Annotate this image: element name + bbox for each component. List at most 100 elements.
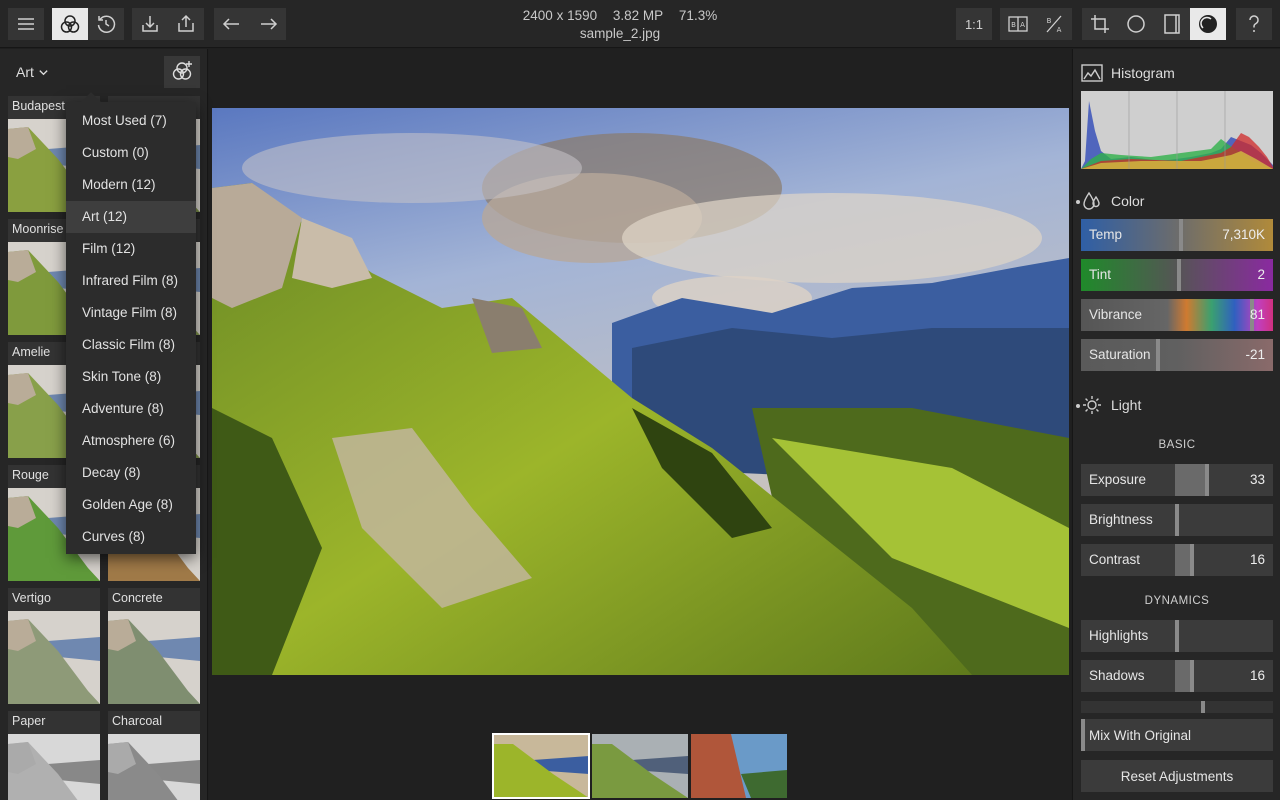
slider-value: 33: [1249, 472, 1265, 487]
category-menu-item[interactable]: Golden Age (8): [66, 489, 196, 521]
category-menu-item[interactable]: Custom (0): [66, 137, 196, 169]
reset-adjustments-button[interactable]: Reset Adjustments: [1081, 760, 1273, 792]
slider-knob[interactable]: [1175, 620, 1179, 652]
histogram-title: Histogram: [1111, 65, 1175, 81]
category-menu-item[interactable]: Art (12): [66, 201, 196, 233]
slider-fill: [1175, 660, 1190, 692]
category-menu-item[interactable]: Film (12): [66, 233, 196, 265]
frame-button[interactable]: [1154, 8, 1190, 40]
slider-tint[interactable]: Tint 2: [1081, 259, 1273, 291]
mix-label: Mix With Original: [1089, 727, 1192, 743]
category-menu-item[interactable]: Infrared Film (8): [66, 265, 196, 297]
light-header[interactable]: Light: [1081, 395, 1141, 415]
slider-shadows[interactable]: Shadows 16: [1081, 660, 1273, 692]
slider-knob[interactable]: [1175, 504, 1179, 536]
color-header[interactable]: Color: [1081, 191, 1144, 211]
help-icon: [1249, 15, 1259, 32]
slider-label: Temp: [1089, 227, 1123, 242]
landscape-photo: [212, 108, 1069, 675]
category-menu-item[interactable]: Vintage Film (8): [66, 297, 196, 329]
slider-highlights[interactable]: Highlights: [1081, 620, 1273, 652]
image-megapixels: 3.82 MP: [612, 8, 664, 23]
light-title: Light: [1111, 397, 1142, 413]
category-menu-item[interactable]: Modern (12): [66, 169, 196, 201]
vignette-button[interactable]: [1118, 8, 1154, 40]
split-compare-button[interactable]: BA: [1036, 8, 1072, 40]
import-button[interactable]: [132, 8, 168, 40]
redo-button[interactable]: [250, 8, 286, 40]
filter-thumbnail: [108, 734, 200, 800]
slider-fill: [1175, 464, 1205, 496]
actual-size-button[interactable]: 1:1: [956, 8, 992, 40]
filmstrip-thumbnail[interactable]: [592, 734, 688, 798]
mix-with-original-slider[interactable]: Mix With Original: [1081, 719, 1273, 751]
category-menu-item[interactable]: Curves (8): [66, 521, 196, 553]
slider-knob[interactable]: [1179, 219, 1183, 251]
category-menu-item[interactable]: Adventure (8): [66, 393, 196, 425]
category-menu-item[interactable]: Classic Film (8): [66, 329, 196, 361]
slider-contrast[interactable]: Contrast 16: [1081, 544, 1273, 576]
hidden-slider-peek[interactable]: [1081, 701, 1273, 713]
crop-icon: [1091, 15, 1109, 33]
image-info: 2400 x 1590 3.82 MP 71.3% sample_2.jpg: [480, 7, 760, 43]
category-menu-item[interactable]: Most Used (7): [66, 105, 196, 137]
slider-label: Highlights: [1089, 628, 1149, 643]
filter-thumbnail: [8, 611, 100, 704]
slider-knob[interactable]: [1205, 464, 1209, 496]
slider-label: Tint: [1089, 267, 1112, 282]
slider-value: 2: [1257, 267, 1265, 282]
filter-preset[interactable]: Concrete: [108, 588, 200, 704]
slider-value: 16: [1249, 552, 1265, 567]
share-button[interactable]: [168, 8, 204, 40]
image-filename: sample_2.jpg: [579, 26, 661, 41]
slider-temp[interactable]: Temp 7,310K: [1081, 219, 1273, 251]
undo-button[interactable]: [214, 8, 250, 40]
filter-preset[interactable]: Vertigo: [8, 588, 100, 704]
filter-preset[interactable]: Paper: [8, 711, 100, 800]
sun-icon: [1083, 396, 1101, 414]
slider-knob[interactable]: [1156, 339, 1160, 371]
filter-label: Budapest: [12, 99, 65, 113]
slider-knob[interactable]: [1177, 259, 1181, 291]
redo-icon: [261, 18, 278, 30]
filter-preset[interactable]: Charcoal: [108, 711, 200, 800]
top-toolbar: 2400 x 1590 3.82 MP 71.3% sample_2.jpg 1…: [0, 0, 1280, 48]
filters-icon: [60, 15, 80, 33]
slider-brightness[interactable]: Brightness: [1081, 504, 1273, 536]
category-menu-item[interactable]: Skin Tone (8): [66, 361, 196, 393]
slider-knob[interactable]: [1190, 660, 1194, 692]
menu-button[interactable]: [8, 8, 44, 40]
add-filter-button[interactable]: [164, 56, 200, 88]
adjustments-button[interactable]: [1190, 8, 1226, 40]
light-active-dot: [1076, 404, 1080, 408]
slider-label: Saturation: [1089, 347, 1151, 362]
basic-subheader: BASIC: [1158, 439, 1196, 451]
filter-label: Concrete: [112, 591, 163, 605]
filter-label: Amelie: [12, 345, 51, 359]
add-filter-icon: [172, 61, 192, 80]
slider-value: 16: [1249, 668, 1265, 683]
category-menu-list: Most Used (7) Custom (0) Modern (12) Art (1…: [66, 102, 196, 553]
category-menu-item[interactable]: Decay (8): [66, 457, 196, 489]
frame-icon: [1164, 14, 1180, 34]
slider-vibrance[interactable]: Vibrance 81: [1081, 299, 1273, 331]
filmstrip-thumbnail[interactable]: [691, 734, 787, 798]
ratio-label: 1:1: [964, 16, 984, 32]
slider-knob[interactable]: [1190, 544, 1194, 576]
filter-label: Paper: [12, 714, 46, 728]
category-dropdown[interactable]: Art: [16, 64, 49, 80]
history-button[interactable]: [88, 8, 124, 40]
slider-exposure[interactable]: Exposure 33: [1081, 464, 1273, 496]
help-button[interactable]: [1236, 8, 1272, 40]
category-menu-item[interactable]: Atmosphere (6): [66, 425, 196, 457]
slider-value: 7,310K: [1222, 227, 1265, 242]
filters-button[interactable]: [52, 8, 88, 40]
slider-saturation[interactable]: Saturation -21: [1081, 339, 1273, 371]
crop-button[interactable]: [1082, 8, 1118, 40]
filmstrip-thumbnail[interactable]: [492, 733, 590, 799]
compare-button[interactable]: BA: [1000, 8, 1036, 40]
svg-text:B: B: [1047, 17, 1052, 25]
hamburger-icon: [18, 18, 34, 30]
photo-canvas[interactable]: [212, 108, 1069, 675]
mix-knob[interactable]: [1081, 719, 1085, 751]
